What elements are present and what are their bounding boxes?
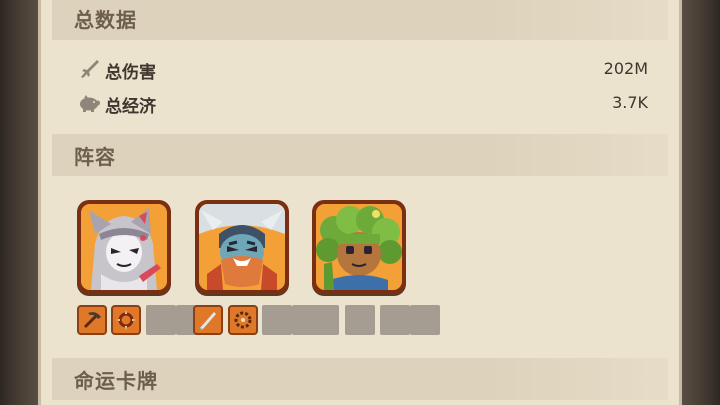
sword-icon bbox=[78, 59, 100, 79]
item-slot-hero1-2[interactable] bbox=[111, 305, 141, 335]
stat-label-economy: 总经济 bbox=[105, 97, 156, 117]
lineup-title: 阵容 bbox=[74, 145, 116, 169]
hero-card-1[interactable] bbox=[77, 200, 171, 294]
pickaxe-icon bbox=[83, 312, 101, 329]
total-data-header: 总数据 bbox=[52, 0, 668, 40]
hero-card-3[interactable] bbox=[312, 200, 406, 294]
stat-value-damage: 202M bbox=[603, 59, 648, 78]
item-slot-hero3-2[interactable] bbox=[345, 305, 375, 335]
stat-label-damage: 总伤害 bbox=[105, 63, 156, 83]
piggy-bank-icon bbox=[78, 93, 100, 113]
spiked-ring-icon bbox=[116, 310, 136, 330]
item-slot-hero1-1[interactable] bbox=[77, 305, 107, 335]
fate-cards-header: 命运卡牌 bbox=[52, 358, 668, 400]
item-slot-hero2-3[interactable] bbox=[262, 305, 292, 335]
hero-card-2[interactable] bbox=[195, 200, 289, 294]
panel-frame-right bbox=[680, 0, 720, 405]
chain-ring-icon bbox=[234, 311, 252, 329]
leafy-forest-guardian-portrait bbox=[316, 204, 402, 290]
item-slot-hero3-4[interactable] bbox=[410, 305, 440, 335]
blade-icon bbox=[200, 312, 216, 331]
total-data-title: 总数据 bbox=[74, 8, 137, 32]
fate-cards-title: 命运卡牌 bbox=[74, 369, 158, 393]
item-slot-hero2-2[interactable] bbox=[228, 305, 258, 335]
lineup-header: 阵容 bbox=[52, 134, 668, 176]
item-slot-hero1-3[interactable] bbox=[146, 305, 176, 335]
horned-bearded-warrior-portrait bbox=[199, 204, 285, 290]
stat-row-damage: 总伤害 202M bbox=[78, 56, 648, 83]
item-slot-hero2-1[interactable] bbox=[193, 305, 223, 335]
stat-value-economy: 3.7K bbox=[612, 93, 648, 112]
item-slot-hero3-1[interactable] bbox=[309, 305, 339, 335]
fox-eared-swordsman-portrait bbox=[81, 204, 167, 290]
item-slot-hero3-3[interactable] bbox=[380, 305, 410, 335]
stat-row-economy: 总经济 3.7K bbox=[78, 90, 648, 117]
panel-frame-left bbox=[0, 0, 40, 405]
